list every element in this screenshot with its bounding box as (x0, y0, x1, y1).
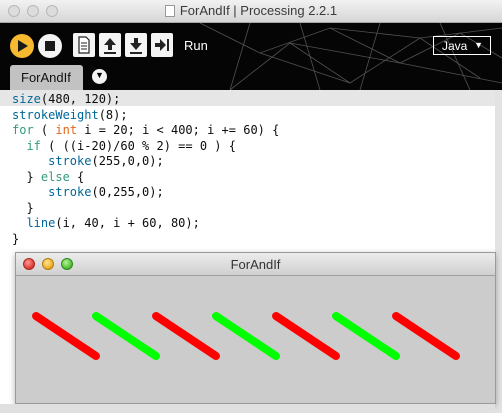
document-icon (164, 5, 175, 17)
sketch-line (332, 312, 400, 360)
chevron-down-icon: ▼ (95, 70, 104, 80)
sketch-line (392, 312, 460, 360)
play-icon (18, 40, 28, 52)
arrow-right-icon (155, 39, 169, 51)
bottom-strip (0, 404, 495, 413)
tab-forandif[interactable]: ForAndIf (10, 65, 83, 90)
code-line: size(480, 120); (12, 92, 121, 106)
sketch-title: ForAndIf (230, 257, 281, 272)
code-line: strokeWeight(8); (12, 107, 128, 122)
stop-icon (45, 41, 55, 51)
code-line: } else { (12, 169, 85, 184)
code-line: stroke(0,255,0); (48, 185, 164, 199)
sketch-drawing (32, 312, 460, 360)
stop-button[interactable] (38, 34, 62, 58)
code-line: for ( int i = 20; i < 400; i += 60) { (12, 123, 280, 137)
sketch-line (152, 312, 220, 360)
sketch-line (272, 312, 340, 360)
chevron-down-icon: ▼ (474, 40, 483, 50)
sketch-titlebar: ForAndIf (16, 253, 495, 276)
sketch-line (92, 312, 160, 360)
sketch-line (32, 312, 100, 360)
run-label: Run (184, 38, 208, 53)
window-title-wrap: ForAndIf | Processing 2.2.1 (0, 3, 502, 18)
code-line: stroke(255,0,0); (48, 154, 164, 168)
sketch-line (212, 312, 280, 360)
code-line: if ( ((i-20)/60 % 2) == 0 ) { (26, 138, 236, 153)
new-button[interactable] (73, 33, 95, 57)
tab-menu-button[interactable]: ▼ (92, 69, 107, 84)
arrow-down-icon (130, 38, 142, 54)
mode-selector[interactable]: Java ▼ (433, 36, 491, 55)
run-button[interactable] (10, 34, 34, 58)
code-line: } (12, 231, 20, 246)
code-line: } (12, 200, 34, 215)
window-title: ForAndIf | Processing 2.2.1 (179, 3, 338, 18)
toolbar: Run Java ▼ ForAndIf ▼ (0, 23, 502, 90)
sketch-window: ForAndIf (15, 252, 496, 404)
tab-label: ForAndIf (21, 70, 71, 85)
save-button[interactable] (125, 33, 147, 57)
window-titlebar: ForAndIf | Processing 2.2.1 (0, 0, 502, 23)
export-button[interactable] (151, 33, 173, 57)
code-text: size(480, 120); strokeWeight(8); for ( int… (12, 92, 279, 247)
code-line: line(i, 40, i + 60, 80); (26, 216, 200, 230)
sketch-canvas (16, 276, 495, 396)
new-file-icon (78, 36, 90, 54)
open-button[interactable] (99, 33, 121, 57)
code-editor[interactable]: size(480, 120); strokeWeight(8); for ( int… (0, 90, 495, 250)
editor-scrollbar[interactable] (495, 90, 502, 413)
arrow-up-icon (104, 38, 116, 54)
mode-label: Java (442, 39, 468, 53)
